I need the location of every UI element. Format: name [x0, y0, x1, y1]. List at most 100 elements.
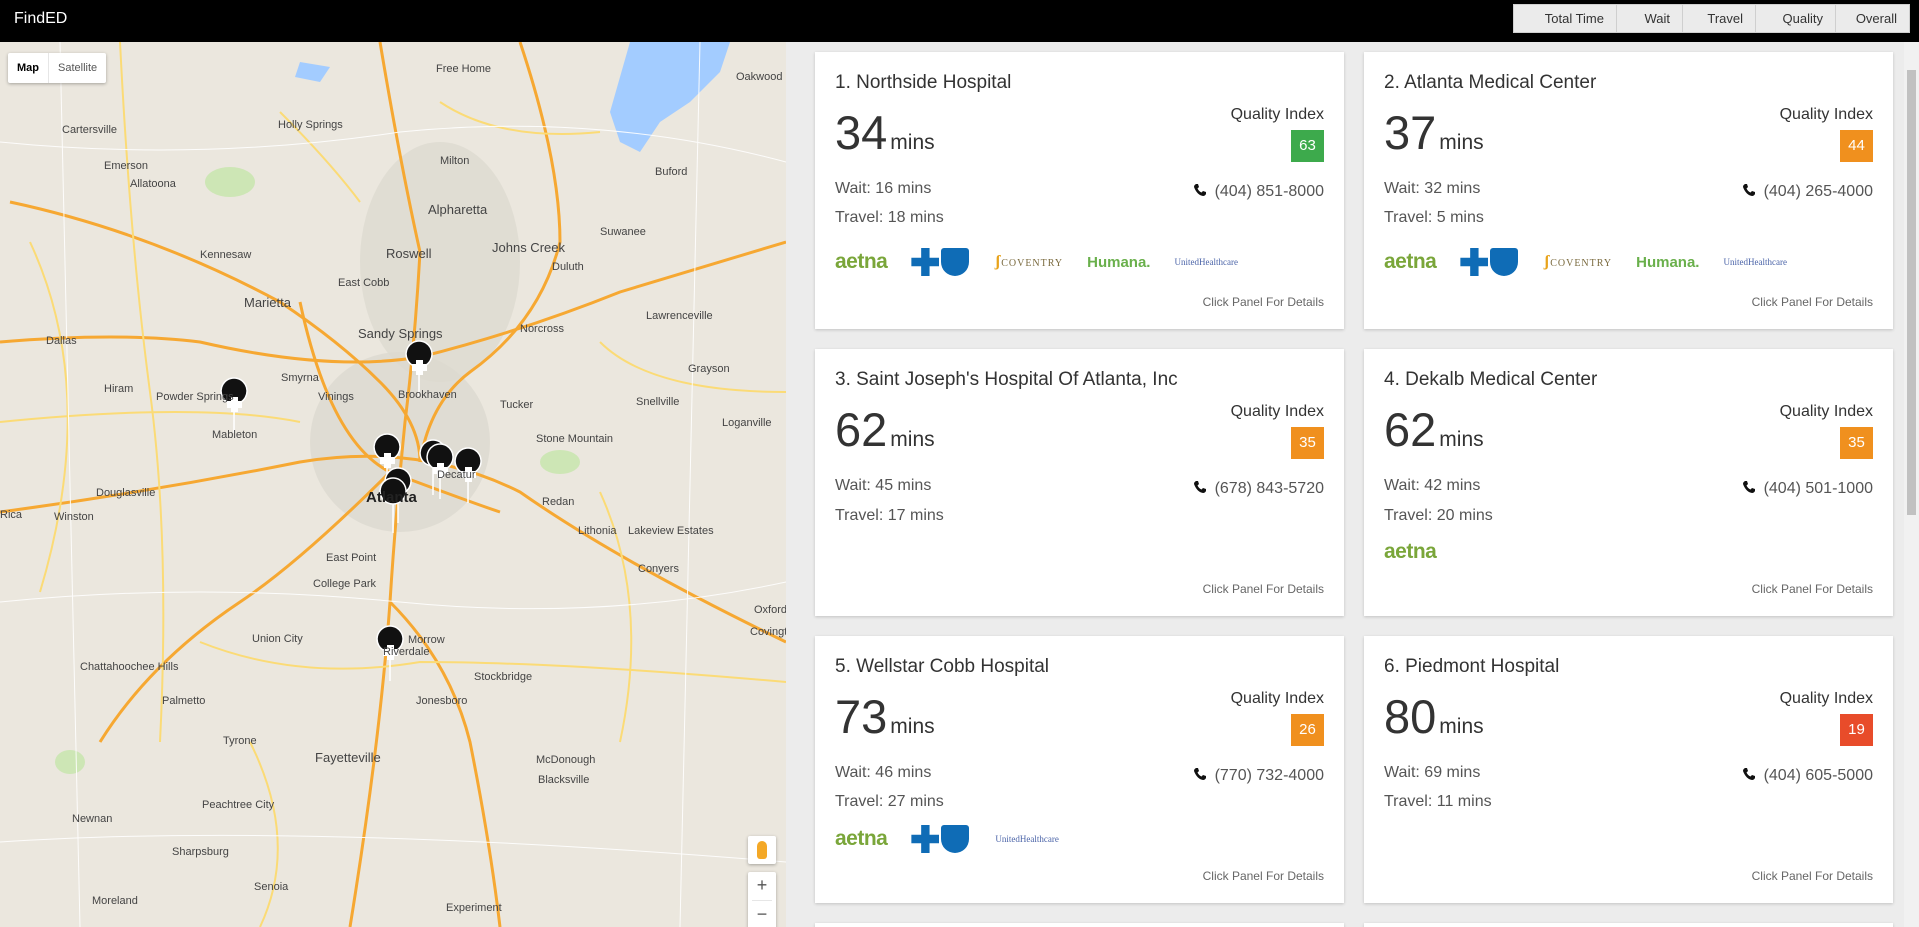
sort-button-group: Total Time Wait Travel Quality Overall — [1513, 4, 1910, 33]
svg-text:Sharpsburg: Sharpsburg — [172, 846, 229, 858]
zoom-in-button[interactable]: + — [748, 872, 776, 900]
svg-text:Smyrna: Smyrna — [281, 372, 320, 384]
street-view-pegman-icon[interactable] — [748, 836, 776, 864]
svg-text:Buford: Buford — [655, 166, 687, 178]
sort-quality-button[interactable]: Quality — [1755, 5, 1835, 32]
svg-text:Stockbridge: Stockbridge — [474, 671, 532, 683]
click-panel-hint: Click Panel For Details — [1202, 869, 1324, 883]
svg-text:Conyers: Conyers — [638, 563, 679, 575]
hospital-card[interactable]: 5. Wellstar Cobb Hospital 73 mins Quality… — [815, 636, 1344, 903]
phone-number[interactable]: (678) 843-5720 — [1193, 480, 1324, 498]
phone-icon — [1742, 768, 1755, 780]
phone-number[interactable]: (770) 732-4000 — [1193, 767, 1324, 785]
zoom-control: + − — [748, 872, 776, 927]
phone-number[interactable]: (404) 265-4000 — [1742, 183, 1873, 201]
travel-time: Travel: 20 mins — [1384, 507, 1493, 524]
wait-time: Wait: 32 mins — [1384, 180, 1481, 197]
svg-text:Hiram: Hiram — [104, 383, 133, 395]
svg-text:East Cobb: East Cobb — [338, 277, 389, 289]
svg-text:Dallas: Dallas — [46, 335, 77, 347]
total-time: 62 mins — [1384, 403, 1484, 456]
app-title[interactable]: FindED — [14, 10, 67, 28]
svg-text:Morrow: Morrow — [408, 634, 445, 646]
map-type-map-button[interactable]: Map — [8, 53, 48, 83]
quality-index-label: Quality Index — [1230, 403, 1324, 420]
quality-index-badge: 26 — [1291, 714, 1324, 746]
quality-index-label: Quality Index — [1779, 106, 1873, 123]
phone-icon — [1193, 481, 1206, 493]
unitedhealthcare-logo: UnitedHealthcare — [1723, 257, 1787, 267]
hospital-list: 1. Northside Hospital 34 mins Quality Ind… — [786, 42, 1919, 927]
svg-text:Milton: Milton — [440, 155, 469, 167]
map-type-satellite-button[interactable]: Satellite — [48, 53, 106, 83]
svg-text:Norcross: Norcross — [520, 323, 565, 335]
svg-text:Oxford: Oxford — [754, 604, 786, 616]
travel-time: Travel: 27 mins — [835, 793, 944, 810]
svg-text:Tyrone: Tyrone — [223, 735, 257, 747]
wait-time: Wait: 42 mins — [1384, 477, 1481, 494]
svg-text:Experiment: Experiment — [446, 902, 502, 914]
scrollbar-thumb[interactable] — [1907, 70, 1916, 515]
phone-icon — [1742, 184, 1755, 196]
scrollbar[interactable] — [1904, 42, 1919, 927]
click-panel-hint: Click Panel For Details — [1202, 582, 1324, 596]
top-navbar: FindED Total Time Wait Travel Quality Ov… — [0, 0, 1919, 42]
zoom-out-button[interactable]: − — [748, 901, 776, 927]
svg-text:Tucker: Tucker — [500, 399, 534, 411]
quality-index-badge: 35 — [1840, 427, 1873, 459]
map-type-control: Map Satellite — [8, 53, 107, 83]
total-time: 73 mins — [835, 690, 935, 743]
hospital-card[interactable]: 3. Saint Joseph's Hospital Of Atlanta, I… — [815, 349, 1344, 616]
travel-time: Travel: 18 mins — [835, 209, 944, 226]
lake-allatoona — [295, 62, 330, 82]
svg-text:Mableton: Mableton — [212, 429, 257, 441]
hospital-card[interactable]: 6. Piedmont Hospital 80 mins Quality Inde… — [1364, 636, 1893, 903]
svg-text:Chattahoochee Hills: Chattahoochee Hills — [80, 661, 179, 673]
phone-number[interactable]: (404) 501-1000 — [1742, 480, 1873, 498]
svg-text:Loganville: Loganville — [722, 417, 772, 429]
svg-text:Duluth: Duluth — [552, 261, 584, 273]
map-canvas[interactable]: Cartersville Holly Springs Free Home Oak… — [0, 42, 786, 927]
svg-text:Johns Creek: Johns Creek — [492, 240, 565, 255]
hospital-card[interactable] — [1364, 923, 1893, 927]
sort-travel-button[interactable]: Travel — [1682, 5, 1755, 32]
svg-text:Emerson: Emerson — [104, 160, 148, 172]
quality-index-badge: 44 — [1840, 130, 1873, 162]
click-panel-hint: Click Panel For Details — [1751, 582, 1873, 596]
hospital-name: 2. Atlanta Medical Center — [1384, 72, 1597, 93]
lake-lanier — [610, 42, 730, 152]
quality-index-badge: 19 — [1840, 714, 1873, 746]
svg-text:Atlanta: Atlanta — [366, 489, 417, 506]
phone-icon — [1742, 481, 1755, 493]
svg-text:Riverdale: Riverdale — [383, 646, 429, 658]
svg-text:Powder Springs: Powder Springs — [156, 391, 234, 403]
click-panel-hint: Click Panel For Details — [1202, 295, 1324, 309]
hospital-name: 5. Wellstar Cobb Hospital — [835, 656, 1050, 677]
bcbs-logo — [911, 248, 971, 276]
svg-text:Redan: Redan — [542, 496, 574, 508]
sort-overall-button[interactable]: Overall — [1835, 5, 1909, 32]
sort-total-time-button[interactable]: Total Time — [1514, 5, 1616, 32]
insurance-logos: aetna UnitedHealthcare — [835, 824, 1059, 854]
hospital-card[interactable]: 1. Northside Hospital 34 mins Quality Ind… — [815, 52, 1344, 329]
bcbs-logo — [911, 825, 971, 853]
svg-text:Marietta: Marietta — [244, 295, 292, 310]
aetna-logo: aetna — [835, 827, 888, 850]
hospital-name: 4. Dekalb Medical Center — [1384, 369, 1598, 390]
hospital-card[interactable]: 4. Dekalb Medical Center 62 mins Quality … — [1364, 349, 1893, 616]
aetna-logo: aetna — [1384, 540, 1437, 563]
total-time: 37 mins — [1384, 106, 1484, 159]
svg-text:Senoia: Senoia — [254, 881, 289, 893]
total-time: 34 mins — [835, 106, 935, 159]
insurance-logos: aetna ʃCOVENTRY Humana. UnitedHealthcare — [835, 247, 1238, 277]
phone-number[interactable]: (404) 605-5000 — [1742, 767, 1873, 785]
wait-time: Wait: 45 mins — [835, 477, 932, 494]
hospital-card[interactable] — [815, 923, 1344, 927]
coventry-logo: ʃCOVENTRY — [995, 253, 1064, 270]
hospital-card[interactable]: 2. Atlanta Medical Center 37 mins Quality… — [1364, 52, 1893, 329]
aetna-logo: aetna — [1384, 250, 1437, 273]
map-view[interactable]: Cartersville Holly Springs Free Home Oak… — [0, 42, 786, 927]
phone-number[interactable]: (404) 851-8000 — [1193, 183, 1324, 201]
sort-wait-button[interactable]: Wait — [1616, 5, 1682, 32]
hospital-name: 6. Piedmont Hospital — [1384, 656, 1560, 677]
